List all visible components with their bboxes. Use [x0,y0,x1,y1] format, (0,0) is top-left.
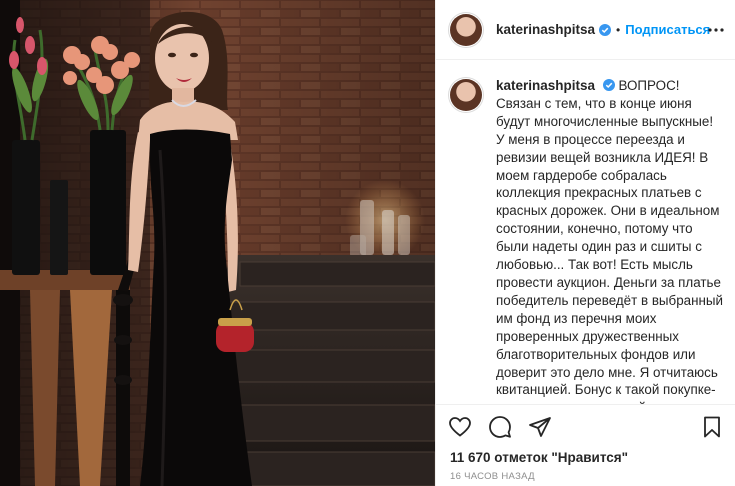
caption-text: ВОПРОС! Связан с тем, что в конце июня б… [496,78,724,404]
action-icons [448,415,552,441]
post-side-panel: katerinashpitsa • Подписаться katerinash… [435,0,735,486]
instagram-post: katerinashpitsa • Подписаться katerinash… [0,0,735,486]
comment-button[interactable] [488,415,512,441]
verified-badge-icon [599,23,612,36]
follow-button[interactable]: Подписаться [625,22,710,37]
likes-count[interactable]: 11 670 отметок "Нравится" [450,450,628,465]
header-username[interactable]: katerinashpitsa [496,22,595,37]
comment-icon [489,416,511,438]
share-button[interactable] [528,415,552,441]
post-photo[interactable] [0,0,435,486]
post-image [0,0,435,486]
share-icon [529,417,551,437]
save-button[interactable] [700,415,724,439]
caption-avatar[interactable] [450,79,482,111]
header-separator: • [616,22,621,37]
verified-badge-icon [602,79,615,91]
post-timestamp[interactable]: 16 часов назад [450,471,535,482]
post-header: katerinashpitsa • Подписаться [436,0,735,60]
heart-icon [449,417,471,437]
caption-username[interactable]: katerinashpitsa [496,78,595,93]
more-icon[interactable] [708,22,724,38]
avatar[interactable] [450,13,482,46]
caption-body: katerinashpitsa ВОПРОС! Связан с тем, чт… [496,77,724,404]
post-caption: katerinashpitsa ВОПРОС! Связан с тем, чт… [436,61,735,404]
post-actions: 11 670 отметок "Нравится" 16 часов назад [436,404,735,486]
like-button[interactable] [448,415,472,441]
bookmark-icon [704,416,720,438]
